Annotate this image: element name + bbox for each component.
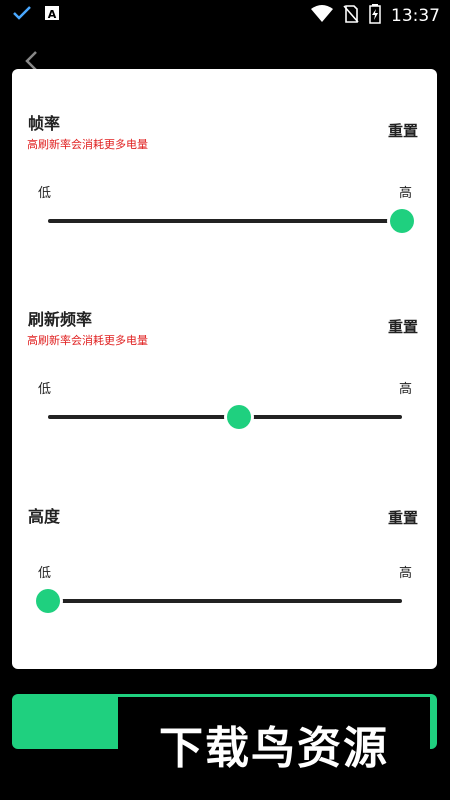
status-bar: A 13:37 xyxy=(0,0,450,30)
watermark-text: 下载鸟资源 xyxy=(159,723,389,774)
slider-track[interactable] xyxy=(48,599,402,603)
a-box-icon: A xyxy=(44,5,60,25)
no-sim-icon xyxy=(343,5,359,27)
high-label: 高 xyxy=(398,186,412,201)
wifi-icon xyxy=(311,5,333,27)
svg-text:A: A xyxy=(48,8,57,21)
high-label: 高 xyxy=(398,566,412,581)
low-label: 低 xyxy=(38,382,52,397)
reset-button[interactable]: 重置 xyxy=(388,507,418,528)
section-title: 高度 xyxy=(28,507,61,526)
slider-thumb[interactable] xyxy=(227,405,252,429)
reset-button[interactable]: 重置 xyxy=(388,120,418,141)
check-icon xyxy=(12,5,32,25)
section-title: 刷新频率 xyxy=(28,310,93,329)
section-title: 帧率 xyxy=(28,114,61,133)
low-label: 低 xyxy=(38,186,52,201)
slider-thumb[interactable] xyxy=(36,589,60,613)
slider-track[interactable] xyxy=(48,415,402,419)
settings-card: 帧率 高刷新率会消耗更多电量 重置 低 高 刷新频率 高刷新率会消耗更多电量 重… xyxy=(12,69,437,669)
low-label: 低 xyxy=(38,566,52,581)
slider-track[interactable] xyxy=(48,219,402,223)
reset-button[interactable]: 重置 xyxy=(388,316,418,337)
battery-charging-icon xyxy=(369,4,381,28)
clock: 13:37 xyxy=(391,6,440,26)
section-subtitle: 高刷新率会消耗更多电量 xyxy=(27,138,148,151)
high-label: 高 xyxy=(398,382,412,397)
section-subtitle: 高刷新率会消耗更多电量 xyxy=(27,334,148,347)
slider-thumb[interactable] xyxy=(390,209,414,233)
